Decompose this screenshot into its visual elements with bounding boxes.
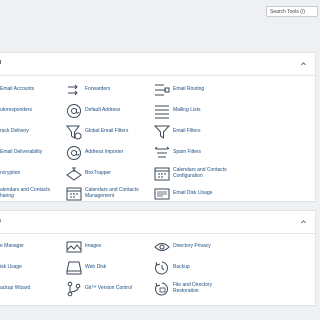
item-label: Calendars and Contacts Configuration	[173, 167, 227, 179]
item-label: utoresponders	[0, 107, 32, 114]
item-label: Calendars and Contacts Management	[85, 187, 139, 199]
item-label: Forwarders	[85, 86, 111, 93]
item-label: Email Routing	[173, 86, 205, 93]
item-label: Address Importer	[85, 149, 124, 156]
files-panel-header[interactable]: s	[0, 211, 315, 234]
panel-title: s	[0, 218, 1, 224]
spam-filter-icon	[154, 146, 170, 158]
eye-icon	[154, 243, 170, 251]
calendar-config-icon	[154, 167, 170, 181]
item-label: File and Directory Restoration	[173, 282, 213, 294]
box-trap-icon	[66, 167, 82, 181]
item-label: Email Filters	[173, 128, 201, 135]
disk-icon	[154, 188, 170, 200]
search-input[interactable]: Search Tools (/)	[266, 6, 318, 17]
restore-icon	[155, 282, 168, 296]
drive-icon	[66, 261, 82, 275]
item-label: Directory Privacy	[173, 243, 211, 250]
item-label: rack Delivery	[0, 128, 29, 135]
email-panel: il Email Accounts Forwarders Email Routi…	[0, 52, 316, 202]
backup-icon	[155, 261, 168, 275]
item-label: Global Email Filters	[85, 128, 129, 135]
item-label: Web Disk	[85, 264, 107, 271]
item-label: Email Disk Usage	[173, 190, 213, 197]
item-label: ackup Wizard	[0, 285, 31, 292]
files-panel: s e Manager Images Directory Privacy isk…	[0, 210, 316, 306]
panel-title: il	[0, 60, 1, 66]
item-label: Email Deliverability	[0, 149, 43, 156]
item-label: Default Address	[85, 107, 121, 114]
item-label: Spam Filters	[173, 149, 202, 156]
item-label: ncryption	[0, 170, 21, 177]
at-sign-icon	[67, 104, 81, 118]
item-label: e Manager	[0, 243, 24, 250]
at-import-icon	[67, 146, 81, 160]
item-label: Mailing Lists	[173, 107, 201, 114]
chevron-up-icon[interactable]	[300, 60, 307, 67]
calendar-icon	[66, 187, 82, 201]
item-label: Git™ Version Control	[85, 285, 132, 292]
item-label: Backup	[173, 264, 190, 271]
item-label: alendars and Contacts haring	[0, 187, 51, 199]
item-label: BoxTrapper	[85, 170, 111, 177]
item-label: isk Usage	[0, 264, 22, 271]
global-filter-icon	[66, 125, 82, 140]
list-icon	[155, 105, 169, 119]
item-label: Images	[85, 243, 102, 250]
email-panel-header[interactable]: il	[0, 53, 315, 76]
routing-icon	[155, 84, 170, 96]
image-icon	[66, 241, 82, 253]
top-bar: Search Tools (/)	[0, 0, 320, 22]
chevron-up-icon[interactable]	[300, 218, 307, 225]
filter-icon	[154, 125, 170, 139]
git-branch-icon	[67, 281, 81, 297]
item-label: Email Accounts	[0, 86, 35, 93]
forward-arrow-icon	[68, 84, 78, 96]
